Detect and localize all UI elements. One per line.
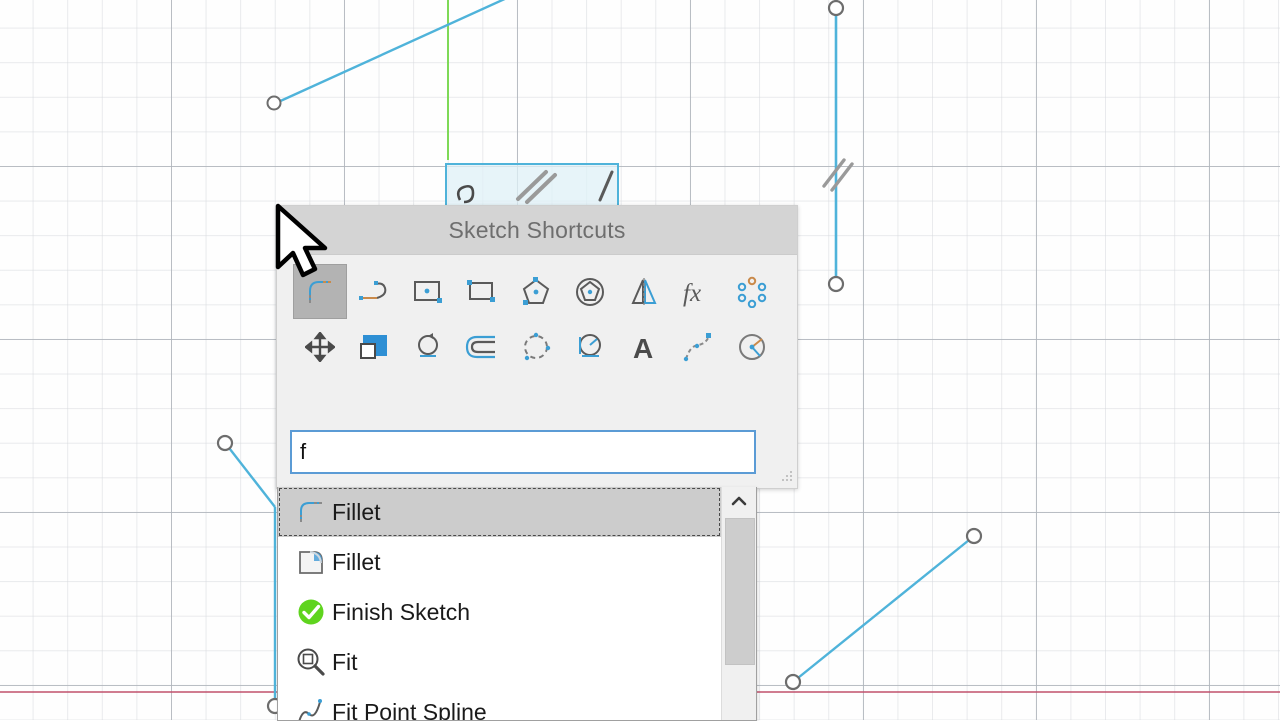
- dropdown-scrollbar[interactable]: [721, 487, 756, 720]
- model-fillet-icon: [290, 545, 332, 579]
- rectangular-pattern-icon[interactable]: [509, 319, 563, 374]
- polygon-inscribed-icon[interactable]: [509, 264, 563, 319]
- scroll-up-arrow[interactable]: [722, 487, 756, 515]
- move-icon[interactable]: [293, 319, 347, 374]
- resize-grip[interactable]: [778, 469, 794, 485]
- list-item[interactable]: Fillet: [278, 537, 721, 587]
- sketch-line-left-diagonal: [226, 444, 275, 507]
- list-item-label: Fillet: [332, 549, 381, 576]
- command-search-input[interactable]: [290, 430, 756, 474]
- circle-icon[interactable]: [725, 319, 779, 374]
- sketch-line-topleft: [276, 0, 520, 103]
- two-point-rectangle-icon[interactable]: [455, 264, 509, 319]
- icon-grid: fx: [277, 255, 797, 378]
- center-rectangle-icon[interactable]: [401, 264, 455, 319]
- search-field-wrap: [290, 430, 756, 474]
- equation-curve-icon[interactable]: fx: [671, 264, 725, 319]
- scroll-thumb[interactable]: [725, 518, 755, 665]
- sketch-line-bottomright: [793, 536, 974, 682]
- autocomplete-dropdown[interactable]: Fillet Fillet Finish Sketch: [277, 487, 757, 721]
- circular-pattern-icon[interactable]: [725, 264, 779, 319]
- sketch-point: [829, 1, 843, 15]
- sketch-point: [268, 97, 281, 110]
- icon-row-2: A: [293, 319, 781, 374]
- list-item-label: Fillet: [332, 499, 381, 526]
- sketch-point: [786, 675, 800, 689]
- finish-sketch-icon: [290, 595, 332, 629]
- sketch-point: [829, 277, 843, 291]
- sketch-point: [967, 529, 981, 543]
- polygon-edge-icon[interactable]: [563, 264, 617, 319]
- list-item[interactable]: Finish Sketch: [278, 587, 721, 637]
- icon-row-1: fx: [293, 264, 781, 319]
- list-item-label: Finish Sketch: [332, 599, 470, 626]
- trim-icon[interactable]: [347, 264, 401, 319]
- panel-title: Sketch Shortcuts: [277, 206, 797, 255]
- list-item[interactable]: Fillet: [278, 487, 721, 537]
- scale-icon[interactable]: [347, 319, 401, 374]
- fillet-icon[interactable]: [293, 264, 347, 319]
- sketch-fillet-icon: [290, 495, 332, 529]
- slot-icon[interactable]: [563, 319, 617, 374]
- svg-text:fx: fx: [683, 280, 701, 307]
- parallel-constraint-glyph: [824, 160, 852, 190]
- sketch-point: [218, 436, 232, 450]
- rotate-icon[interactable]: [401, 319, 455, 374]
- svg-text:A: A: [633, 333, 653, 362]
- fit-point-spline-icon: [290, 695, 332, 721]
- list-item[interactable]: Fit Point Spline: [278, 687, 721, 721]
- list-item-label: Fit: [332, 649, 358, 676]
- sketch-shortcuts-panel[interactable]: Sketch Shortcuts: [276, 205, 798, 489]
- list-item-label: Fit Point Spline: [332, 699, 487, 721]
- spline-icon[interactable]: [671, 319, 725, 374]
- list-item[interactable]: Fit: [278, 637, 721, 687]
- fit-zoom-icon: [290, 645, 332, 679]
- offset-icon[interactable]: [455, 319, 509, 374]
- mirror-icon[interactable]: [617, 264, 671, 319]
- text-icon[interactable]: A: [617, 319, 671, 374]
- autocomplete-list: Fillet Fillet Finish Sketch: [278, 487, 721, 720]
